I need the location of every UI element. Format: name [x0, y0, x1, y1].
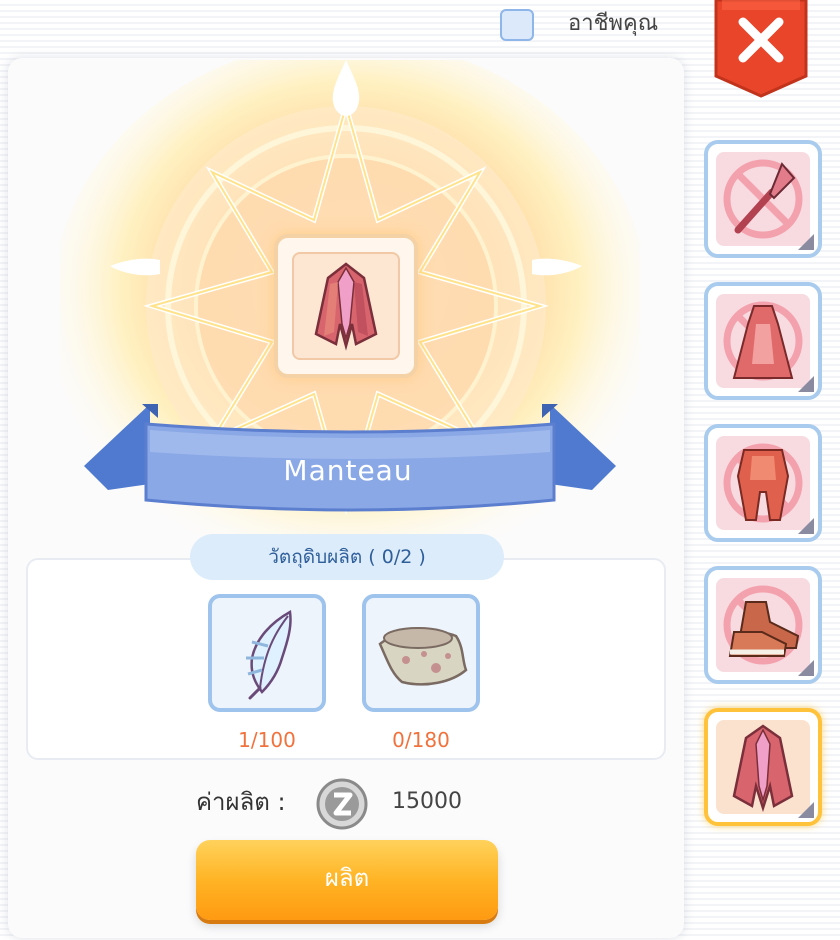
- slot-indicator-icon: [798, 660, 814, 676]
- close-button[interactable]: [712, 0, 810, 98]
- material-count-cloth: 0/180: [392, 728, 450, 752]
- shoes-icon: [723, 585, 803, 665]
- material-slot-feather[interactable]: [208, 594, 326, 712]
- zeny-coin-icon: [316, 778, 368, 830]
- close-icon: [714, 0, 808, 98]
- equipment-slot-manteau[interactable]: [704, 708, 822, 826]
- materials-header: วัตถุดิบผลิต ( 0/2 ): [190, 534, 504, 580]
- slot-indicator-icon: [798, 376, 814, 392]
- equipment-slot-dress[interactable]: [704, 282, 822, 400]
- manteau-icon: [732, 724, 794, 813]
- material-count-feather: 1/100: [238, 728, 296, 752]
- job-filter-checkbox[interactable]: [500, 9, 534, 41]
- slot-indicator-icon: [798, 234, 814, 250]
- equipment-slot-armor[interactable]: [704, 424, 822, 542]
- equipment-slot-spear[interactable]: [704, 140, 822, 258]
- spear-icon: [723, 159, 803, 239]
- selected-item-slot: [292, 252, 400, 360]
- materials-panel: [26, 558, 666, 760]
- selected-item-frame: [274, 234, 418, 378]
- slot-indicator-icon: [798, 518, 814, 534]
- craft-button[interactable]: ผลิต: [196, 840, 498, 920]
- cloth-icon: [378, 627, 468, 686]
- job-filter-label: อาชีพคุณ: [568, 11, 659, 36]
- material-slot-cloth[interactable]: [362, 594, 480, 712]
- item-name: Manteau: [283, 454, 413, 487]
- armor-icon: [723, 443, 803, 523]
- dress-icon: [723, 301, 803, 381]
- slot-indicator-icon: [798, 802, 814, 818]
- cost-label: ค่าผลิต :: [196, 788, 286, 816]
- cost-value: 15000: [392, 789, 462, 814]
- equipment-slot-shoes[interactable]: [704, 566, 822, 684]
- manteau-icon: [314, 262, 378, 351]
- feather-icon: [246, 610, 292, 700]
